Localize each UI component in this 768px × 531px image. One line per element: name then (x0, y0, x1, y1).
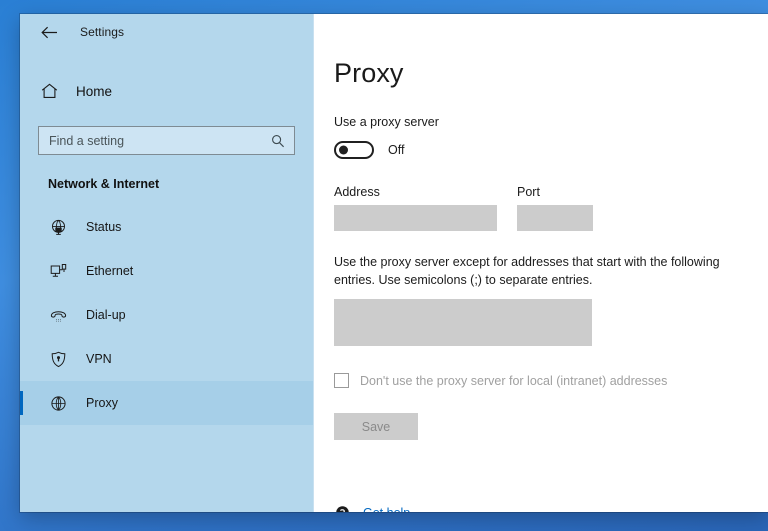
sidebar-item-ethernet[interactable]: Ethernet (20, 249, 313, 293)
ethernet-icon (48, 263, 68, 280)
port-label: Port (517, 185, 593, 199)
sidebar-item-proxy[interactable]: Proxy (20, 381, 313, 425)
get-help-label: Get help (363, 506, 410, 513)
sidebar-item-proxy-label: Proxy (86, 396, 118, 410)
page-title: Proxy (334, 58, 768, 89)
globe-icon (48, 395, 68, 412)
search-icon (270, 134, 286, 148)
port-field-group: Port (517, 185, 593, 231)
back-button[interactable] (34, 19, 64, 45)
sidebar-item-status[interactable]: Status (20, 205, 313, 249)
sidebar-item-dialup-label: Dial-up (86, 308, 126, 322)
exceptions-input[interactable] (334, 299, 592, 346)
sidebar-item-status-label: Status (86, 220, 121, 234)
use-proxy-toggle-row: Off (334, 141, 768, 159)
shield-icon (48, 351, 68, 368)
port-input[interactable] (517, 205, 593, 231)
back-arrow-icon (41, 26, 58, 39)
save-button[interactable]: Save (334, 413, 418, 440)
use-proxy-toggle[interactable] (334, 141, 374, 159)
search-input[interactable] (49, 134, 270, 148)
address-port-row: Address Port (334, 185, 768, 231)
sidebar-home-label: Home (76, 84, 112, 99)
home-icon (38, 83, 60, 99)
settings-sidebar: Settings Home Networ (20, 14, 314, 512)
address-label: Address (334, 185, 497, 199)
sidebar-item-home[interactable]: Home (20, 74, 313, 108)
globe-network-icon (48, 219, 68, 236)
dialup-phone-icon (48, 307, 68, 324)
use-proxy-label: Use a proxy server (334, 115, 768, 129)
window-titlebar: Settings (20, 14, 313, 50)
sidebar-section-title: Network & Internet (48, 177, 313, 191)
exceptions-description: Use the proxy server except for addresse… (334, 253, 734, 289)
settings-window: Settings Home Networ (20, 14, 768, 512)
address-field-group: Address (334, 185, 497, 231)
get-help-link[interactable]: Get help (334, 505, 410, 512)
address-input[interactable] (334, 205, 497, 231)
sidebar-item-dialup[interactable]: Dial-up (20, 293, 313, 337)
help-question-icon (334, 505, 351, 512)
desktop-background: Settings Home Networ (0, 0, 768, 531)
sidebar-item-vpn-label: VPN (86, 352, 112, 366)
toggle-knob (339, 146, 348, 155)
local-bypass-label: Don't use the proxy server for local (in… (360, 374, 667, 388)
sidebar-item-vpn[interactable]: VPN (20, 337, 313, 381)
proxy-settings-panel: Proxy Use a proxy server Off Address Por… (314, 14, 768, 512)
sidebar-item-ethernet-label: Ethernet (86, 264, 133, 278)
local-bypass-row: Don't use the proxy server for local (in… (334, 373, 768, 388)
app-title: Settings (80, 25, 124, 39)
search-box[interactable] (38, 126, 295, 155)
toggle-state-label: Off (388, 143, 404, 157)
local-bypass-checkbox[interactable] (334, 373, 349, 388)
sidebar-nav-list: Status Ethernet (20, 205, 313, 425)
